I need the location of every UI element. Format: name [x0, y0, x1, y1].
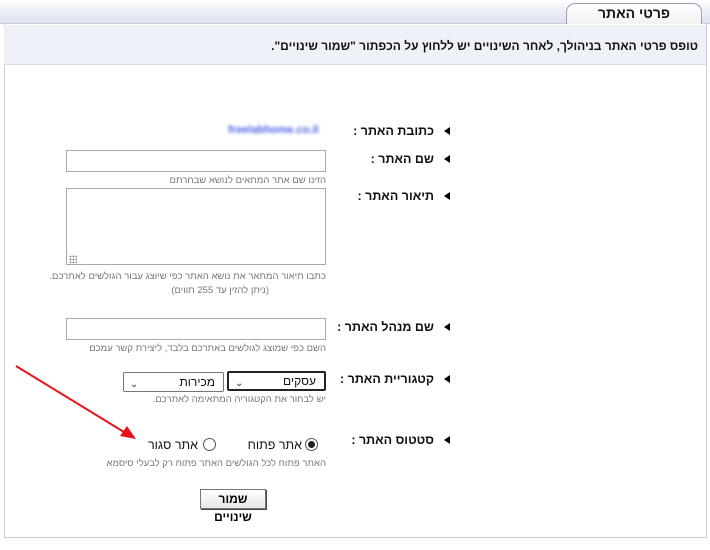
annotation-arrow-head [120, 426, 136, 439]
annotation-arrow [15, 365, 136, 439]
annotation-arrow-line [15, 365, 125, 433]
